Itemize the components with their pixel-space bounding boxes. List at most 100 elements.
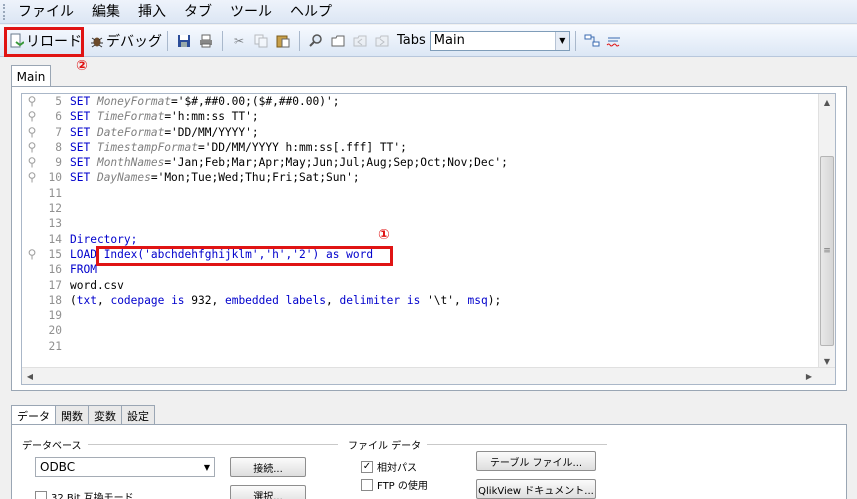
bookmark-pin-icon: ⚲ xyxy=(27,170,37,185)
code-line[interactable]: ⚲ 5 SET MoneyFormat='$#,##0.00;($#,##0.00)… xyxy=(22,94,817,109)
bookmark-pin-icon: ⚲ xyxy=(27,139,37,154)
code-text: SET MoneyFormat='$#,##0.00;($#,##0.00)'; xyxy=(70,94,339,109)
qlikview-document-button[interactable]: QlikView ドキュメント... xyxy=(476,479,596,499)
code-line[interactable]: 19 xyxy=(22,308,817,323)
line-number: 14 xyxy=(48,232,62,246)
new-tab-icon[interactable] xyxy=(328,31,348,51)
tab-settings[interactable]: 設定 xyxy=(121,405,155,425)
menu-help[interactable]: ヘルプ xyxy=(281,0,341,24)
line-number: 15 xyxy=(48,247,62,261)
code-line[interactable]: 20 xyxy=(22,323,817,338)
line-number: 9 xyxy=(55,156,62,170)
checkmark-icon[interactable]: ✓ xyxy=(361,460,373,473)
code-line[interactable]: ⚲ 10 SET DayNames='Mon;Tue;Wed;Thu;Fri;Sat… xyxy=(22,170,817,185)
database-value: ODBC xyxy=(40,460,76,474)
checkbox-box[interactable] xyxy=(361,478,373,491)
compat-mode-checkbox[interactable]: 32 Bit 互換モード xyxy=(35,489,134,499)
keyword-token: SET xyxy=(70,110,97,124)
value-token: ='Mon;Tue;Wed;Thu;Fri;Sat;Sun'; xyxy=(150,171,360,185)
group-rule xyxy=(427,444,608,445)
code-line[interactable]: 17 word.csv xyxy=(22,278,817,293)
chevron-down-icon[interactable]: ▼ xyxy=(554,31,569,50)
bookmark-pin-icon xyxy=(22,293,42,308)
menu-insert[interactable]: 挿入 xyxy=(129,0,175,24)
cut-icon[interactable]: ✂ xyxy=(229,31,249,51)
ftp-checkbox[interactable]: FTP の使用 xyxy=(361,477,428,492)
menu-file[interactable]: ファイル xyxy=(9,0,83,24)
line-number: 8 xyxy=(55,140,62,154)
debug-label: デバッグ xyxy=(106,33,162,50)
tab-main[interactable]: Main xyxy=(11,65,51,87)
line-number: 19 xyxy=(48,309,62,323)
tab-variables[interactable]: 変数 xyxy=(88,405,122,425)
print-icon[interactable] xyxy=(196,31,216,51)
save-icon[interactable] xyxy=(174,31,194,51)
code-text: (txt, codepage is 932, embedded labels, … xyxy=(70,293,501,308)
scroll-up-icon[interactable]: ▲ xyxy=(819,94,835,110)
code-line[interactable]: ⚲ 8 SET TimestampFormat='DD/MM/YYYY h:mm:s… xyxy=(22,140,817,155)
syntax-check-icon[interactable] xyxy=(604,31,624,51)
database-select[interactable]: ODBC ▼ xyxy=(35,457,215,477)
value-token: ='h:mm:ss TT'; xyxy=(164,110,259,124)
line-number: 13 xyxy=(48,217,62,231)
tab-right-icon[interactable] xyxy=(372,31,392,51)
bookmark-pin-icon xyxy=(22,262,42,277)
menu-edit[interactable]: 編集 xyxy=(83,0,129,24)
line-number: 7 xyxy=(55,125,62,139)
line-number: 10 xyxy=(48,171,62,185)
code-line[interactable]: 12 xyxy=(22,201,817,216)
code-line[interactable]: 21 xyxy=(22,339,817,354)
tab-data[interactable]: データ xyxy=(11,405,56,426)
code-line[interactable]: ⚲ 6 SET TimeFormat='h:mm:ss TT'; xyxy=(22,109,817,124)
tab-left-icon[interactable] xyxy=(350,31,370,51)
select-button[interactable]: 選択... xyxy=(230,485,306,499)
vertical-scrollbar[interactable]: ▲ ≡ ▼ xyxy=(818,94,835,369)
code-token: word.csv xyxy=(70,278,124,292)
bookmark-pin-icon xyxy=(22,216,42,231)
code-line[interactable]: 18 (txt, codepage is 932, embedded labels… xyxy=(22,293,817,308)
keyword-token: codepage is xyxy=(110,293,185,307)
find-icon[interactable] xyxy=(306,31,326,51)
code-token: ); xyxy=(487,293,502,307)
table-viewer-icon[interactable] xyxy=(582,31,602,51)
paste-icon[interactable] xyxy=(273,31,293,51)
checkbox-box[interactable] xyxy=(35,490,47,499)
bookmark-pin-icon: ⚲ xyxy=(27,94,37,108)
line-number: 21 xyxy=(48,339,62,353)
code-highlight xyxy=(96,246,393,266)
code-text: SET DateFormat='DD/MM/YYYY'; xyxy=(70,125,259,140)
tab-select-value: Main xyxy=(433,33,465,48)
scroll-left-icon[interactable]: ◀ xyxy=(22,368,38,384)
compat-mode-label: 32 Bit 互換モード xyxy=(51,493,134,499)
code-area[interactable]: ⚲ 5 SET MoneyFormat='$#,##0.00;($#,##0.00)… xyxy=(22,94,817,369)
menu-tab[interactable]: タブ xyxy=(175,0,221,24)
copy-icon[interactable] xyxy=(251,31,271,51)
keyword-token: delimiter is xyxy=(339,293,421,307)
keyword-token: txt xyxy=(76,293,97,307)
code-token: ( xyxy=(70,293,77,307)
code-text: SET DayNames='Mon;Tue;Wed;Thu;Fri;Sat;Su… xyxy=(70,170,360,185)
scroll-right-icon[interactable]: ▶ xyxy=(801,368,817,384)
code-line[interactable]: 14 Directory; xyxy=(22,232,817,247)
table-file-button[interactable]: テーブル ファイル... xyxy=(476,451,596,471)
scroll-thumb[interactable]: ≡ xyxy=(820,156,834,346)
value-token: ='DD/MM/YYYY'; xyxy=(164,125,259,139)
menu-tools[interactable]: ツール xyxy=(221,0,281,24)
keyword-token: SET xyxy=(70,95,97,108)
code-line[interactable]: 13 xyxy=(22,216,817,231)
code-text: SET TimeFormat='h:mm:ss TT'; xyxy=(70,109,259,124)
code-line[interactable]: ⚲ 7 SET DateFormat='DD/MM/YYYY'; xyxy=(22,125,817,140)
code-line[interactable]: ⚲ 9 SET MonthNames='Jan;Feb;Mar;Apr;May;Ju… xyxy=(22,155,817,170)
chevron-down-icon: ▼ xyxy=(203,462,210,472)
script-editor[interactable]: ⚲ 5 SET MoneyFormat='$#,##0.00;($#,##0.00)… xyxy=(21,93,836,385)
relative-path-checkbox[interactable]: ✓ 相対パス xyxy=(361,459,417,474)
debug-button[interactable]: デバッグ xyxy=(90,31,162,51)
tab-select[interactable]: Main ▼ xyxy=(429,30,570,51)
connect-button[interactable]: 接続... xyxy=(230,457,306,477)
tab-functions[interactable]: 関数 xyxy=(55,405,89,425)
horizontal-scrollbar[interactable]: ◀ ▶ xyxy=(22,367,835,384)
value-token: ='$#,##0.00;($#,##0.00)'; xyxy=(171,95,340,108)
keyword-token: FROM xyxy=(70,263,97,277)
editor-frame: ⚲ 5 SET MoneyFormat='$#,##0.00;($#,##0.00)… xyxy=(11,86,847,391)
code-line[interactable]: 11 xyxy=(22,186,817,201)
